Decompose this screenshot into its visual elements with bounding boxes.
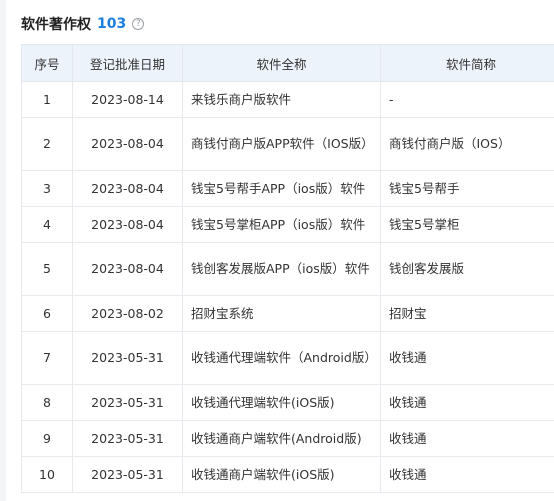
row-short-name: 收钱通 xyxy=(380,420,554,457)
table-row: 8 2023-05-31 收钱通代理端软件(iOS版) 收钱通 xyxy=(21,384,554,421)
row-short-name: 钱宝5号帮手 xyxy=(380,170,554,207)
column-header-full-name: 软件全称 xyxy=(182,44,381,82)
row-full-name: 收钱通商户端软件(Android版) xyxy=(182,420,381,457)
row-index: 6 xyxy=(21,295,73,332)
table-row: 10 2023-05-31 收钱通商户端软件(iOS版) 收钱通 xyxy=(21,456,554,493)
row-short-name: 钱创客发展版 xyxy=(380,242,554,296)
section-title: 软件著作权 xyxy=(21,17,91,33)
row-date: 2023-05-31 xyxy=(72,456,183,493)
row-full-name: 招财宝系统 xyxy=(182,295,381,332)
row-date: 2023-08-04 xyxy=(72,206,183,243)
table-header-row: 序号 登记批准日期 软件全称 软件简称 xyxy=(21,44,554,82)
table-row: 3 2023-08-04 钱宝5号帮手APP（ios版）软件 钱宝5号帮手 xyxy=(21,170,554,207)
row-index: 5 xyxy=(21,242,73,296)
row-full-name: 钱宝5号帮手APP（ios版）软件 xyxy=(182,170,381,207)
row-short-name: 招财宝 xyxy=(380,295,554,332)
row-index: 7 xyxy=(21,331,73,385)
table-row: 2 2023-08-04 商钱付商户版APP软件（IOS版） 商钱付商户版（IO… xyxy=(21,117,554,171)
row-full-name: 钱宝5号掌柜APP（ios版）软件 xyxy=(182,206,381,243)
row-full-name: 收钱通商户端软件(iOS版) xyxy=(182,456,381,493)
table-row: 5 2023-08-04 钱创客发展版APP（ios版）软件 钱创客发展版 xyxy=(21,242,554,296)
record-count[interactable]: 103 xyxy=(97,16,126,32)
row-date: 2023-05-31 xyxy=(72,384,183,421)
row-full-name: 商钱付商户版APP软件（IOS版） xyxy=(182,117,381,171)
row-date: 2023-08-04 xyxy=(72,242,183,296)
row-date: 2023-08-04 xyxy=(72,170,183,207)
software-copyright-panel: 软件著作权 103 ? 序号 登记批准日期 软件全称 软件简称 1 2023-0… xyxy=(0,0,554,501)
column-header-index: 序号 xyxy=(21,44,73,82)
table-row: 7 2023-05-31 收钱通代理端软件（Android版） 收钱通 xyxy=(21,331,554,385)
row-index: 4 xyxy=(21,206,73,243)
row-date: 2023-05-31 xyxy=(72,420,183,457)
row-short-name: - xyxy=(380,81,554,118)
section-header: 软件著作权 103 ? xyxy=(21,12,145,36)
row-short-name: 收钱通 xyxy=(380,384,554,421)
row-full-name: 来钱乐商户版软件 xyxy=(182,81,381,118)
row-short-name: 商钱付商户版（IOS） xyxy=(380,117,554,171)
row-date: 2023-08-02 xyxy=(72,295,183,332)
row-index: 3 xyxy=(21,170,73,207)
row-short-name: 收钱通 xyxy=(380,456,554,493)
row-index: 2 xyxy=(21,117,73,171)
row-full-name: 收钱通代理端软件(iOS版) xyxy=(182,384,381,421)
row-index: 10 xyxy=(21,456,73,493)
table-row: 1 2023-08-14 来钱乐商户版软件 - xyxy=(21,81,554,118)
row-date: 2023-08-14 xyxy=(72,81,183,118)
column-header-date: 登记批准日期 xyxy=(72,44,183,82)
copyright-table: 序号 登记批准日期 软件全称 软件简称 1 2023-08-14 来钱乐商户版软… xyxy=(21,44,554,493)
left-gutter xyxy=(0,0,6,501)
table-row: 6 2023-08-02 招财宝系统 招财宝 xyxy=(21,295,554,332)
table-row: 9 2023-05-31 收钱通商户端软件(Android版) 收钱通 xyxy=(21,420,554,457)
row-date: 2023-08-04 xyxy=(72,117,183,171)
row-date: 2023-05-31 xyxy=(72,331,183,385)
table-row: 4 2023-08-04 钱宝5号掌柜APP（ios版）软件 钱宝5号掌柜 xyxy=(21,206,554,243)
row-full-name: 收钱通代理端软件（Android版） xyxy=(182,331,381,385)
row-short-name: 收钱通 xyxy=(380,331,554,385)
column-header-short-name: 软件简称 xyxy=(380,44,554,82)
row-index: 9 xyxy=(21,420,73,457)
row-short-name: 钱宝5号掌柜 xyxy=(380,206,554,243)
row-full-name: 钱创客发展版APP（ios版）软件 xyxy=(182,242,381,296)
help-icon[interactable]: ? xyxy=(132,18,145,30)
row-index: 8 xyxy=(21,384,73,421)
row-index: 1 xyxy=(21,81,73,118)
